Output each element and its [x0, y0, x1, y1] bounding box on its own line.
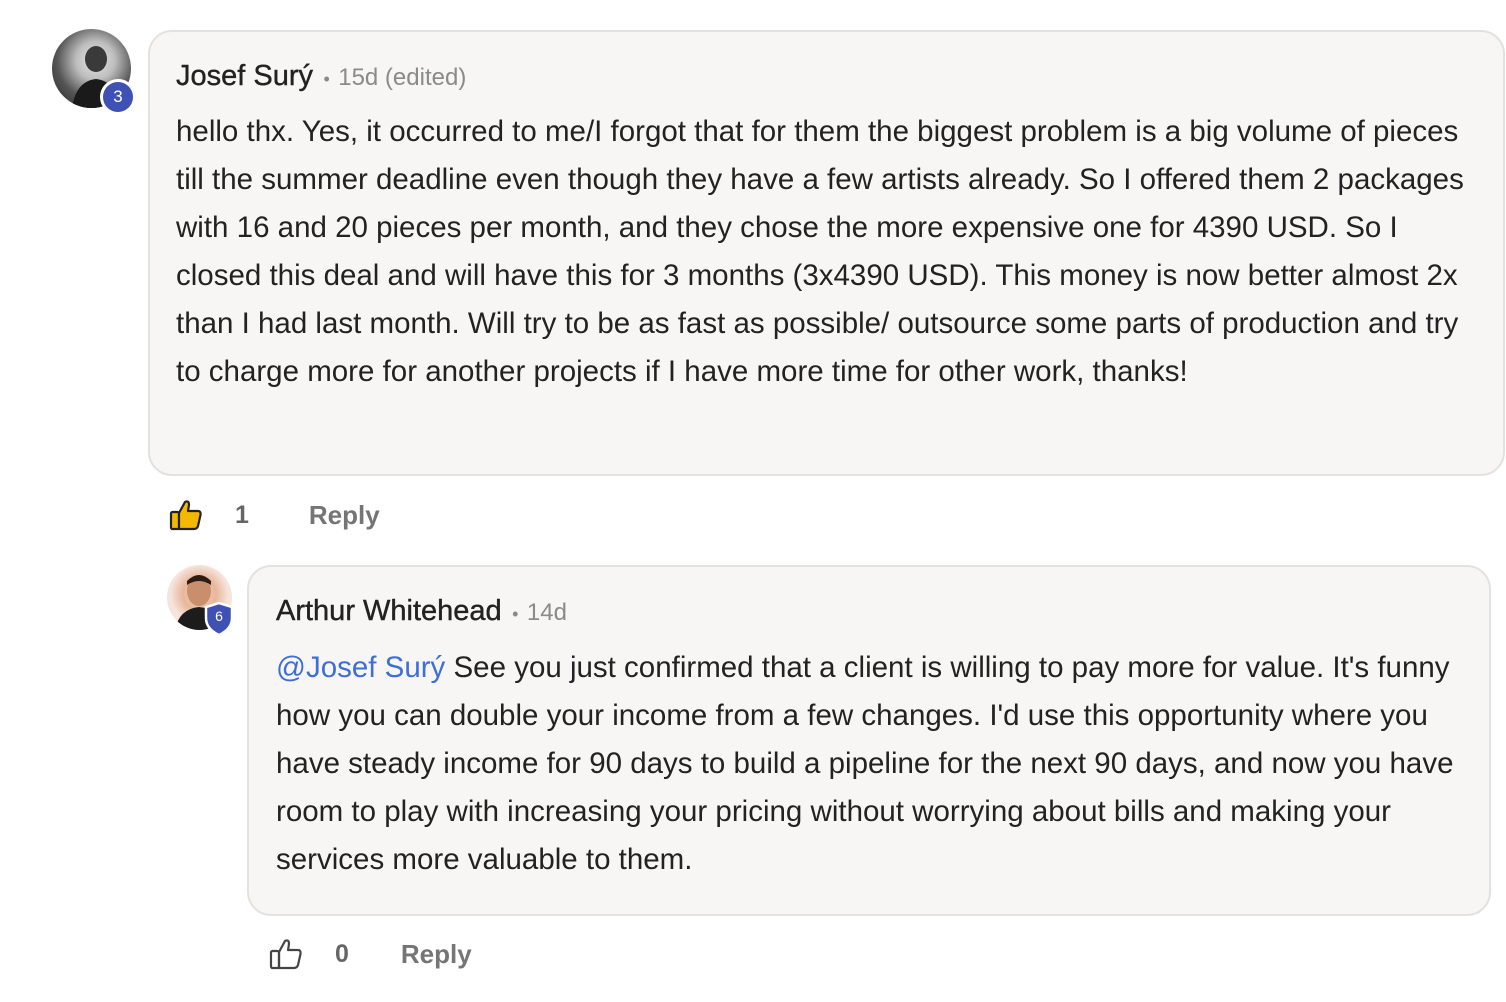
comment-body-text: See you just confirmed that a client is …: [276, 651, 1454, 876]
comment-actions: 0 Reply: [268, 936, 472, 972]
reply-button[interactable]: Reply: [401, 939, 472, 970]
level-number: 6: [215, 608, 223, 624]
timestamp[interactable]: 14d: [527, 599, 567, 626]
comment-header: Josef Surý • 15d (edited): [176, 60, 467, 93]
reply-button[interactable]: Reply: [309, 500, 380, 531]
like-count: 1: [235, 500, 249, 529]
timestamp[interactable]: 15d (edited): [338, 64, 466, 91]
separator-dot: •: [512, 604, 519, 624]
comment-actions: 1 Reply: [168, 497, 380, 533]
avatar-josef[interactable]: 3: [52, 29, 136, 115]
thumbs-up-icon[interactable]: [168, 497, 204, 533]
comment-header: Arthur Whitehead • 14d: [276, 595, 567, 628]
level-badge: 6: [203, 601, 235, 637]
thumbs-up-icon[interactable]: [268, 936, 304, 972]
comment-body: hello thx. Yes, it occurred to me/I forg…: [176, 115, 1464, 388]
level-badge: 3: [100, 79, 136, 115]
separator-dot: •: [323, 69, 330, 89]
user-mention-link[interactable]: @Josef Surý: [276, 651, 445, 684]
comment-bubble: Arthur Whitehead • 14d @Josef Surý See y…: [247, 565, 1491, 916]
avatar-arthur[interactable]: 6: [167, 565, 234, 637]
author-name[interactable]: Josef Surý: [176, 60, 313, 92]
like-count: 0: [335, 939, 349, 968]
comment-bubble: Josef Surý • 15d (edited) hello thx. Yes…: [148, 30, 1505, 476]
comment-body: @Josef Surý See you just confirmed that …: [276, 644, 1476, 884]
author-name[interactable]: Arthur Whitehead: [276, 595, 502, 627]
